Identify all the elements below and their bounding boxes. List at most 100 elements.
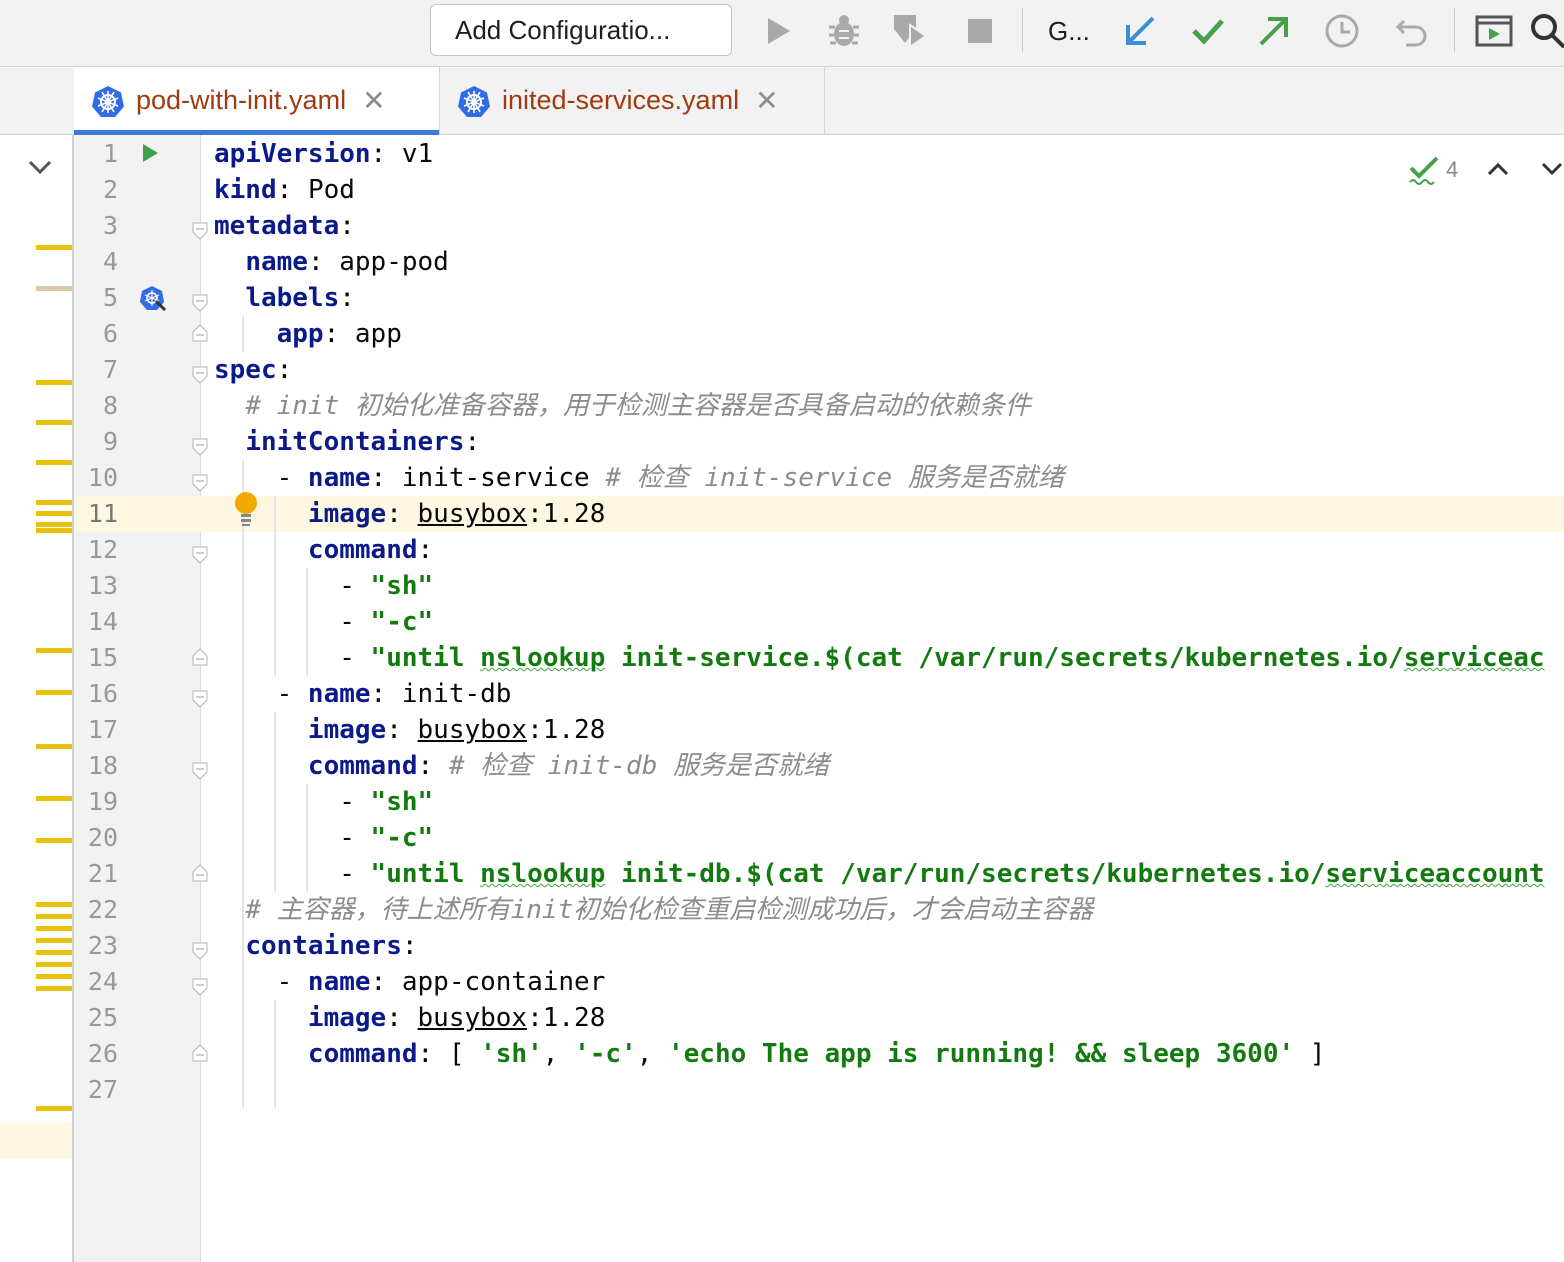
yaml-key: name (307, 679, 371, 709)
code-line[interactable]: - "sh" (214, 784, 433, 820)
tab-inited-services[interactable]: inited-services.yaml ✕ (440, 67, 825, 134)
warning-mark[interactable] (36, 1106, 72, 1111)
warning-mark[interactable] (36, 938, 72, 943)
presentation-icon[interactable] (1474, 9, 1514, 53)
fold-marker-icon[interactable] (192, 978, 208, 996)
code-line[interactable]: kind: Pod (214, 172, 355, 208)
warning-mark[interactable] (36, 838, 72, 843)
fold-marker-icon[interactable] (192, 942, 208, 960)
code-line[interactable]: image: busybox:1.28 (214, 1000, 605, 1036)
warning-mark[interactable] (36, 974, 72, 979)
stop-icon[interactable] (960, 9, 1000, 53)
tab-pod-with-init[interactable]: pod-with-init.yaml ✕ (74, 67, 440, 135)
image-reference-link[interactable]: busybox (418, 1003, 528, 1033)
run-gutter-icon[interactable] (140, 142, 160, 164)
warning-mark[interactable] (36, 796, 72, 801)
fold-end-icon[interactable] (192, 648, 208, 666)
vcs-update-icon[interactable] (1120, 9, 1160, 53)
warning-mark[interactable] (36, 522, 72, 527)
code-line[interactable]: command: # 检查 init-db 服务是否就绪 (214, 748, 829, 784)
code-line[interactable]: initContainers: (214, 424, 480, 460)
code-line[interactable]: labels: (214, 280, 355, 316)
fold-marker-icon[interactable] (192, 474, 208, 492)
fold-marker-icon[interactable] (192, 762, 208, 780)
warning-mark[interactable] (36, 511, 72, 516)
code-line[interactable]: - "sh" (214, 568, 433, 604)
warning-mark[interactable] (36, 962, 72, 967)
line-number: 27 (87, 1075, 118, 1104)
spelling-warning[interactable]: serviceac (1404, 643, 1545, 673)
yaml-key: metadata (214, 211, 340, 241)
fold-marker-icon[interactable] (192, 294, 208, 312)
search-icon[interactable] (1528, 9, 1564, 53)
code-line[interactable]: spec: (214, 352, 292, 388)
code-line[interactable]: - "until nslookup init-db.$(cat /var/run… (214, 856, 1544, 892)
fold-marker-icon[interactable] (192, 366, 208, 384)
code-line[interactable]: - "-c" (214, 820, 433, 856)
code-line-current[interactable]: image: busybox:1.28 (214, 496, 605, 532)
spelling-warning[interactable]: nslookup (480, 643, 605, 673)
code-line[interactable]: - "until nslookup init-service.$(cat /va… (214, 640, 1545, 676)
code-line[interactable]: - "-c" (214, 604, 433, 640)
yaml-value: app-pod (339, 247, 449, 277)
add-configuration-button[interactable]: Add Configuratio... (430, 4, 732, 56)
code-line[interactable]: - name: app-container (214, 964, 606, 1000)
run-icon[interactable] (758, 9, 798, 53)
chevron-down-icon[interactable] (26, 157, 54, 177)
code-line[interactable]: command: [ 'sh', '-c', 'echo The app is … (214, 1036, 1326, 1072)
warning-mark[interactable] (36, 914, 72, 919)
warning-mark[interactable] (36, 950, 72, 955)
code-line[interactable]: # 主容器，待上述所有init初始化检查重启检测成功后，才会启动主容器 (214, 892, 1093, 928)
fold-marker-icon[interactable] (192, 690, 208, 708)
image-reference-link[interactable]: busybox (418, 499, 528, 529)
code-line[interactable]: image: busybox:1.28 (214, 712, 605, 748)
debug-icon[interactable] (824, 9, 864, 53)
code-line[interactable]: containers: (214, 928, 417, 964)
vcs-push-icon[interactable] (1254, 9, 1294, 53)
warning-mark[interactable] (36, 500, 72, 505)
code-line[interactable]: # init 初始化准备容器，用于检测主容器是否具备启动的依赖条件 (214, 388, 1031, 424)
warning-mark[interactable] (36, 648, 72, 653)
yaml-string: "sh" (370, 787, 434, 817)
fold-marker-icon[interactable] (192, 438, 208, 456)
vcs-commit-icon[interactable] (1188, 9, 1228, 53)
code-line[interactable]: command: (214, 532, 433, 568)
warning-mark[interactable] (36, 986, 72, 991)
kubernetes-gutter-icon[interactable] (140, 285, 166, 311)
rollback-icon[interactable] (1392, 9, 1432, 53)
warning-mark[interactable] (36, 528, 72, 533)
chevron-down-icon[interactable] (1540, 160, 1564, 178)
code-line[interactable]: - name: init-db (214, 676, 512, 712)
code-line[interactable]: - name: init-service # 检查 init-service 服… (214, 460, 1064, 496)
warning-mark[interactable] (36, 286, 72, 291)
warning-mark[interactable] (36, 420, 72, 425)
fold-marker-icon[interactable] (192, 222, 208, 240)
coverage-icon[interactable] (890, 9, 930, 53)
history-icon[interactable] (1322, 9, 1362, 53)
code-line[interactable]: apiVersion: v1 (214, 136, 433, 172)
warning-mark[interactable] (36, 926, 72, 931)
warning-mark[interactable] (36, 902, 72, 907)
warning-mark[interactable] (36, 690, 72, 695)
close-icon[interactable]: ✕ (755, 86, 778, 115)
code-line[interactable]: name: app-pod (214, 244, 449, 280)
yaml-string: init-service.$(cat /var/run/secrets/kube… (605, 643, 1404, 673)
fold-marker-icon[interactable] (192, 546, 208, 564)
spelling-warning[interactable]: serviceaccount (1325, 859, 1544, 889)
inspections-widget[interactable]: 4 (1408, 152, 1458, 188)
warning-mark[interactable] (36, 245, 72, 250)
fold-end-icon[interactable] (192, 324, 208, 342)
warning-mark[interactable] (36, 380, 72, 385)
code-line[interactable]: metadata: (214, 208, 355, 244)
image-reference-link[interactable]: busybox (418, 715, 528, 745)
code-line[interactable]: app: app (214, 316, 402, 352)
vcs-label[interactable]: G... (1048, 9, 1090, 53)
fold-end-icon[interactable] (192, 1044, 208, 1062)
close-icon[interactable]: ✕ (362, 86, 385, 115)
chevron-up-icon[interactable] (1486, 160, 1510, 178)
line-number: 25 (87, 1003, 118, 1032)
warning-mark[interactable] (36, 460, 72, 465)
fold-end-icon[interactable] (192, 864, 208, 882)
spelling-warning[interactable]: nslookup (480, 859, 605, 889)
warning-mark[interactable] (36, 744, 72, 749)
